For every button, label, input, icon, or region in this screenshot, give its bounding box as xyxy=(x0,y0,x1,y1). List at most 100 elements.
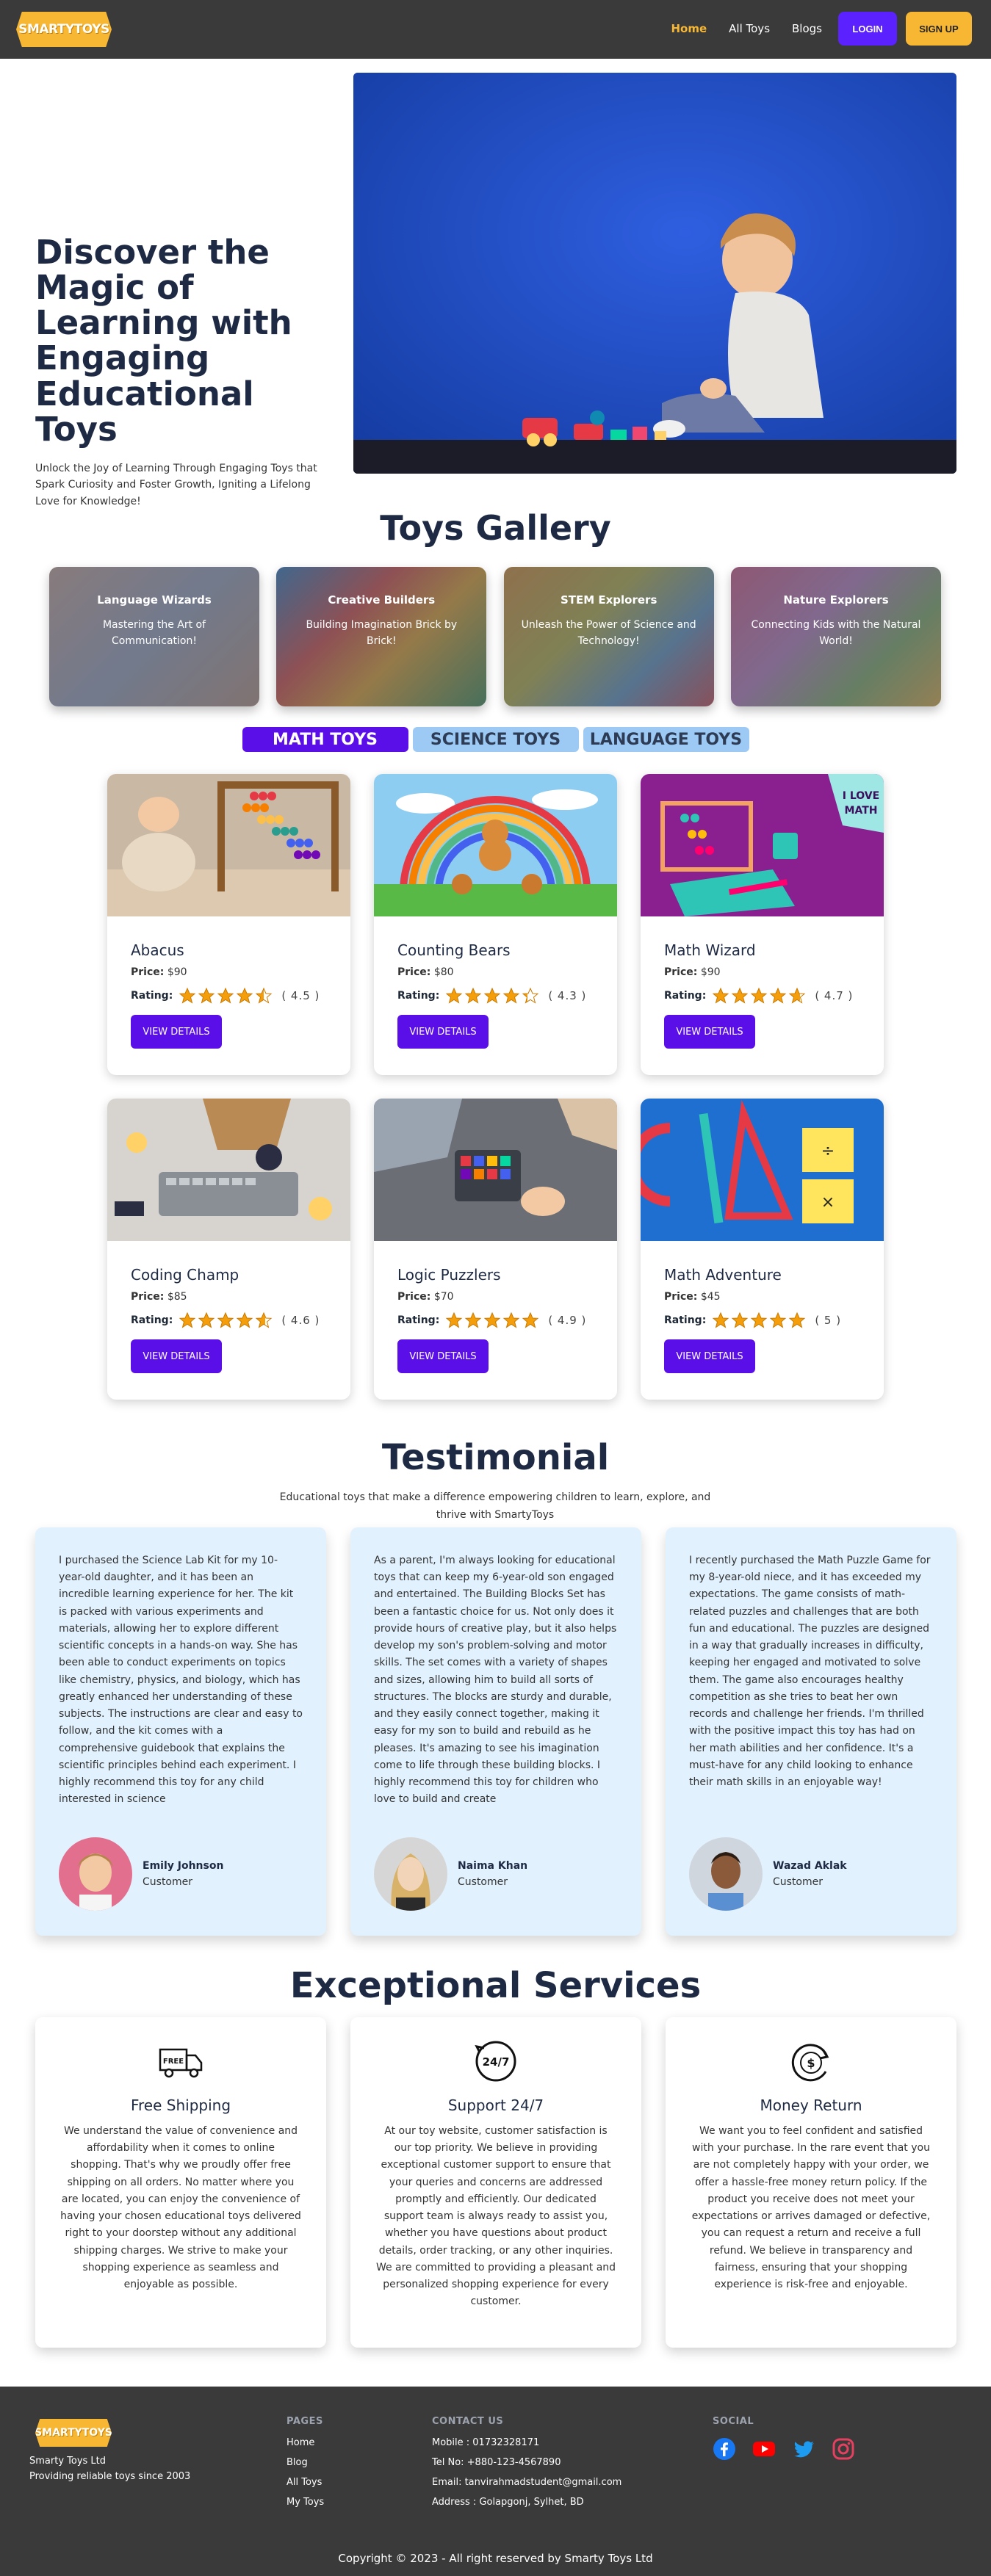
product-image: ÷ × xyxy=(641,1099,884,1241)
facebook-icon[interactable] xyxy=(713,2437,736,2461)
rating-value: ( 4.3 ) xyxy=(548,989,587,1002)
rating-value: ( 4.6 ) xyxy=(281,1314,320,1327)
gallery-card-language-wizards[interactable]: Language Wizards Mastering the Art of Com… xyxy=(49,567,259,706)
svg-text:$: $ xyxy=(807,2056,815,2070)
tab-language-toys[interactable]: LANGUAGE TOYS xyxy=(583,727,749,752)
services-list: FREE Free Shipping We understand the val… xyxy=(35,2017,956,2348)
star-rating xyxy=(179,1311,274,1329)
instagram-icon[interactable] xyxy=(832,2437,855,2461)
star-rating xyxy=(445,1311,541,1329)
avatar xyxy=(374,1837,447,1911)
price-label: Price: xyxy=(664,966,698,978)
star-icon xyxy=(732,987,749,1004)
free-shipping-icon-label: FREE xyxy=(163,2058,184,2066)
footer-link-my-toys[interactable]: My Toys xyxy=(287,2497,324,2508)
star-icon xyxy=(465,987,482,1004)
view-details-button[interactable]: VIEW DETAILS xyxy=(397,1339,489,1373)
service-card: $ Money Return We want you to feel confi… xyxy=(666,2017,956,2348)
star-icon xyxy=(522,1311,539,1328)
footer: SMARTYTOYS Smarty Toys Ltd Providing rel… xyxy=(0,2387,991,2576)
testimonial-text: I recently purchased the Math Puzzle Gam… xyxy=(689,1555,931,1789)
testimonial-subtitle: Educational toys that make a difference … xyxy=(279,1491,711,1521)
view-details-button[interactable]: VIEW DETAILS xyxy=(131,1015,222,1049)
rating-label: Rating: xyxy=(397,1314,440,1326)
footer-link-home[interactable]: Home xyxy=(287,2437,324,2448)
product-rating: Rating: ( 4.6 ) xyxy=(131,1311,327,1329)
footer-logo[interactable]: SMARTYTOYS xyxy=(35,2419,112,2447)
product-price: Price: $90 xyxy=(664,966,860,978)
star-icon xyxy=(503,987,520,1004)
gallery-card-stem-explorers[interactable]: STEM Explorers Unleash the Power of Scien… xyxy=(503,567,714,706)
product-name: Logic Puzzlers xyxy=(397,1266,501,1284)
star-icon xyxy=(751,1311,768,1328)
footer-brand-tagline: Providing reliable toys since 2003 xyxy=(29,2470,191,2482)
tab-math-toys[interactable]: MATH TOYS xyxy=(242,727,408,752)
testimonial-user: Emily Johnson Customer xyxy=(59,1837,223,1911)
star-icon xyxy=(484,987,501,1004)
gallery-card-title: Language Wizards xyxy=(97,593,212,607)
gallery-card-title: Nature Explorers xyxy=(783,593,889,607)
gallery-card-text: Unleash the Power of Science and Technol… xyxy=(521,619,696,648)
user-name: Wazad Aklak xyxy=(773,1860,847,1872)
signup-button[interactable]: SIGN UP xyxy=(906,12,972,46)
star-icon xyxy=(789,1311,806,1328)
testimonial-card: I recently purchased the Math Puzzle Gam… xyxy=(666,1527,956,1936)
product-rating: Rating: ( 4.5 ) xyxy=(131,987,327,1005)
product-card: ÷ × Math Adventure Price: $45 Rating: ( 5… xyxy=(641,1099,884,1400)
price-value: $90 xyxy=(167,966,187,978)
rating-label: Rating: xyxy=(664,990,707,1002)
toys-gallery: Language Wizards Mastering the Art of Com… xyxy=(49,567,941,706)
service-text: We want you to feel confident and satisf… xyxy=(691,2125,931,2291)
youtube-icon[interactable] xyxy=(752,2437,776,2461)
nav-link-home[interactable]: Home xyxy=(671,22,707,35)
testimonial-list: I purchased the Science Lab Kit for my 1… xyxy=(35,1527,956,1936)
product-name: Counting Bears xyxy=(397,941,511,959)
product-card: Abacus Price: $90 Rating: ( 4.5 ) VIEW DE… xyxy=(107,774,350,1075)
site-logo-text: SMARTYTOYS xyxy=(18,22,109,37)
footer-link-all-toys[interactable]: All Toys xyxy=(287,2477,324,2488)
product-price: Price: $85 xyxy=(131,1291,327,1303)
price-label: Price: xyxy=(131,966,165,978)
service-text: At our toy website, customer satisfactio… xyxy=(375,2125,616,2308)
view-details-button[interactable]: VIEW DETAILS xyxy=(664,1015,755,1049)
price-label: Price: xyxy=(131,1291,165,1303)
services-title: Exceptional Services xyxy=(289,1965,702,2006)
gallery-card-creative-builders[interactable]: Creative Builders Building Imagination Br… xyxy=(276,567,487,706)
star-icon xyxy=(446,987,463,1004)
footer-link-blog[interactable]: Blog xyxy=(287,2457,324,2468)
login-button[interactable]: LOGIN xyxy=(838,12,897,46)
product-rating: Rating: ( 5 ) xyxy=(664,1311,860,1329)
site-logo[interactable]: SMARTYTOYS xyxy=(16,12,112,47)
price-value: $80 xyxy=(433,966,454,978)
page-content: Discover the Magic of Learning with Enga… xyxy=(0,59,991,2576)
product-price: Price: $45 xyxy=(664,1291,860,1303)
user-role: Customer xyxy=(458,1876,508,1888)
view-details-button[interactable]: VIEW DETAILS xyxy=(131,1339,222,1373)
money-return-icon: $ xyxy=(785,2035,837,2088)
product-name: Abacus xyxy=(131,941,184,959)
price-value: $85 xyxy=(167,1291,187,1303)
testimonial-text: As a parent, I'm always looking for educ… xyxy=(374,1555,617,1806)
gallery-card-nature-explorers[interactable]: Nature Explorers Connecting Kids with the… xyxy=(730,567,941,706)
nav-link-all-toys[interactable]: All Toys xyxy=(729,22,770,35)
rating-value: ( 5 ) xyxy=(815,1314,842,1327)
view-details-button[interactable]: VIEW DETAILS xyxy=(397,1015,489,1049)
star-icon xyxy=(713,987,729,1004)
star-icon xyxy=(770,1311,787,1328)
product-image xyxy=(107,1099,350,1241)
star-icon xyxy=(522,987,539,1004)
rating-label: Rating: xyxy=(131,990,173,1002)
rating-label: Rating: xyxy=(131,1314,173,1326)
nav-link-blogs[interactable]: Blogs xyxy=(792,22,822,35)
star-icon xyxy=(237,987,253,1004)
product-card: Counting Bears Price: $80 Rating: ( 4.3 )… xyxy=(374,774,617,1075)
footer-contact-heading: CONTACT US xyxy=(432,2416,504,2427)
tab-science-toys[interactable]: SCIENCE TOYS xyxy=(412,727,579,752)
star-icon xyxy=(713,1311,729,1328)
view-details-button[interactable]: VIEW DETAILS xyxy=(664,1339,755,1373)
hero-image xyxy=(353,73,956,474)
product-card: Coding Champ Price: $85 Rating: ( 4.6 ) V… xyxy=(107,1099,350,1400)
rating-label: Rating: xyxy=(397,990,440,1002)
twitter-icon[interactable] xyxy=(792,2437,815,2461)
gallery-card-text: Building Imagination Brick by Brick! xyxy=(306,619,458,648)
